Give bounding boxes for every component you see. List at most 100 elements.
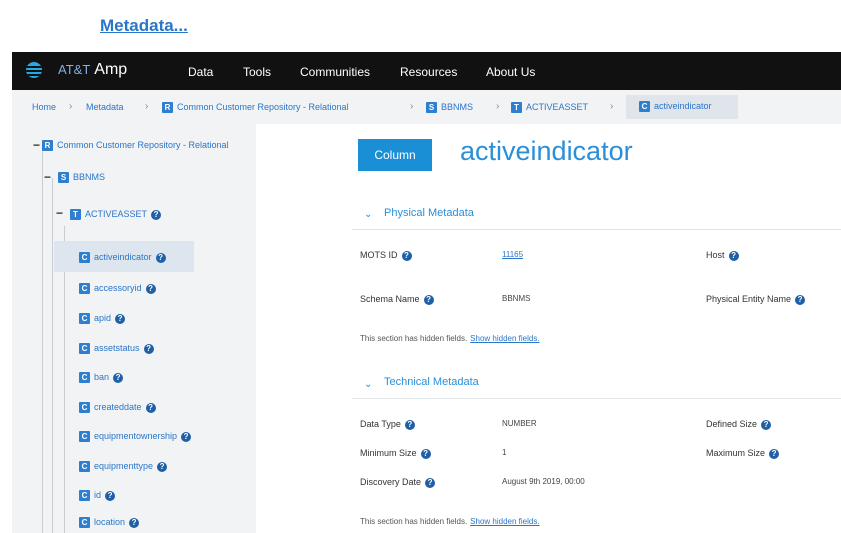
- info-icon[interactable]: ?: [401, 250, 412, 261]
- info-icon[interactable]: ?: [425, 477, 436, 488]
- breadcrumb-schema[interactable]: S BBNMS: [426, 102, 474, 114]
- tree-column-label: apid: [94, 313, 112, 323]
- nav-item-about-us[interactable]: About Us: [486, 65, 535, 79]
- info-icon[interactable]: ?: [420, 448, 431, 459]
- tree-column-label: accessoryid: [94, 283, 142, 293]
- tree-column-item[interactable]: Cequipmenttype?: [79, 461, 168, 473]
- info-icon[interactable]: ?: [728, 250, 739, 261]
- data-type-label: Data Type?: [360, 419, 415, 430]
- info-icon[interactable]: ?: [769, 448, 780, 459]
- breadcrumb-metadata[interactable]: Metadata: [86, 102, 124, 112]
- info-icon[interactable]: ?: [145, 283, 156, 294]
- minimum-size-label: Minimum Size?: [360, 448, 431, 459]
- tree-column-item[interactable]: Clocation?: [79, 517, 140, 529]
- tree-column-item[interactable]: Caccessoryid?: [79, 283, 156, 295]
- schema-name-label: Schema Name?: [360, 294, 434, 305]
- minimum-size-label-text: Minimum Size: [360, 448, 417, 458]
- breadcrumb-table[interactable]: T ACTIVEASSET: [511, 102, 589, 114]
- minimum-size-value: 1: [502, 448, 507, 457]
- info-icon[interactable]: ?: [423, 294, 434, 305]
- collapse-icon[interactable]: −: [33, 138, 40, 152]
- breadcrumb-home[interactable]: Home: [32, 102, 56, 112]
- column-type-badge: Column: [358, 139, 432, 171]
- technical-metadata-header[interactable]: Technical Metadata: [384, 376, 479, 388]
- info-icon[interactable]: ?: [143, 343, 154, 354]
- top-bar: Metadata...: [0, 0, 841, 52]
- breadcrumb-separator: ›: [145, 101, 149, 112]
- tree-column-item[interactable]: Cactiveindicator?: [79, 252, 166, 264]
- breadcrumb-separator: ›: [496, 101, 500, 112]
- column-icon: C: [639, 101, 650, 113]
- defined-size-label: Defined Size?: [706, 419, 772, 430]
- nav-item-resources[interactable]: Resources: [400, 65, 457, 79]
- mots-id-label: MOTS ID?: [360, 250, 412, 261]
- tree-column-item[interactable]: Capid?: [79, 313, 126, 325]
- tree-column-label: equipmenttype: [94, 461, 154, 471]
- host-label-text: Host: [706, 250, 725, 260]
- tree-column-item[interactable]: Cid?: [79, 490, 116, 502]
- info-icon[interactable]: ?: [105, 490, 116, 501]
- column-icon: C: [79, 490, 90, 502]
- chevron-down-icon[interactable]: ⌄: [364, 209, 372, 220]
- column-icon: C: [79, 431, 90, 443]
- physical-metadata-header[interactable]: Physical Metadata: [384, 207, 474, 219]
- discovery-date-label: Discovery Date?: [360, 477, 436, 488]
- tree-column-item[interactable]: Ccreateddate?: [79, 402, 156, 414]
- tree-node-label: ACTIVEASSET: [85, 209, 148, 219]
- brand-name: Amp: [94, 61, 128, 78]
- physical-entity-name-label: Physical Entity Name?: [706, 294, 806, 305]
- tree-node-table[interactable]: T ACTIVEASSET?: [70, 209, 162, 221]
- info-icon[interactable]: ?: [129, 517, 140, 528]
- collapse-icon[interactable]: −: [44, 170, 51, 184]
- info-icon[interactable]: ?: [145, 402, 156, 413]
- brand-prefix: AT&T: [58, 62, 91, 77]
- column-icon: C: [79, 402, 90, 414]
- data-type-value: NUMBER: [502, 419, 537, 428]
- column-icon: C: [79, 313, 90, 325]
- tree-guide-line: [64, 226, 65, 533]
- info-icon[interactable]: ?: [181, 431, 192, 442]
- column-icon: C: [79, 343, 90, 355]
- tree-column-item[interactable]: Cban?: [79, 372, 124, 384]
- info-icon[interactable]: ?: [761, 419, 772, 430]
- tree-column-item[interactable]: Cassetstatus?: [79, 343, 154, 355]
- tree-node-repository[interactable]: R Common Customer Repository - Relational: [42, 140, 229, 152]
- column-icon: C: [79, 461, 90, 473]
- chevron-down-icon[interactable]: ⌄: [364, 379, 372, 390]
- nav-item-data[interactable]: Data: [188, 65, 213, 79]
- nav-item-communities[interactable]: Communities: [300, 65, 370, 79]
- repository-icon: R: [162, 102, 173, 114]
- info-icon[interactable]: ?: [404, 419, 415, 430]
- info-icon[interactable]: ?: [115, 313, 126, 324]
- tree-column-label: id: [94, 490, 102, 500]
- repository-icon: R: [42, 140, 53, 152]
- collapse-icon[interactable]: −: [56, 206, 63, 220]
- breadcrumb-repository[interactable]: R Common Customer Repository - Relational: [162, 102, 349, 114]
- nav-item-tools[interactable]: Tools: [243, 65, 271, 79]
- brand-logo[interactable]: AT&T Amp: [58, 61, 127, 79]
- att-globe-icon[interactable]: [26, 62, 42, 78]
- info-icon[interactable]: ?: [151, 209, 162, 220]
- physical-entity-name-label-text: Physical Entity Name: [706, 294, 792, 304]
- mots-id-value[interactable]: 11165: [502, 250, 523, 259]
- tree-node-schema[interactable]: S BBNMS: [58, 172, 105, 184]
- schema-icon: S: [426, 102, 437, 114]
- metadata-top-link[interactable]: Metadata...: [100, 16, 188, 36]
- info-icon[interactable]: ?: [157, 461, 168, 472]
- maximum-size-label: Maximum Size?: [706, 448, 780, 459]
- tree-guide-line: [52, 178, 53, 533]
- tree-column-label: location: [94, 517, 126, 527]
- section-divider: [352, 229, 841, 230]
- schema-name-value: BBNMS: [502, 294, 531, 303]
- show-hidden-fields-link[interactable]: Show hidden fields.: [470, 517, 539, 526]
- breadcrumb-column: Cactiveindicator: [639, 101, 712, 113]
- info-icon[interactable]: ?: [113, 372, 124, 383]
- info-icon[interactable]: ?: [795, 294, 806, 305]
- show-hidden-fields-link[interactable]: Show hidden fields.: [470, 334, 539, 343]
- breadcrumb-schema-label: BBNMS: [441, 102, 474, 112]
- breadcrumb-table-label: ACTIVEASSET: [526, 102, 589, 112]
- tree-column-item[interactable]: Cequipmentownership?: [79, 431, 192, 443]
- info-icon[interactable]: ?: [155, 252, 166, 263]
- tree-column-label: activeindicator: [94, 252, 152, 262]
- hidden-fields-note-text: This section has hidden fields.: [360, 517, 468, 526]
